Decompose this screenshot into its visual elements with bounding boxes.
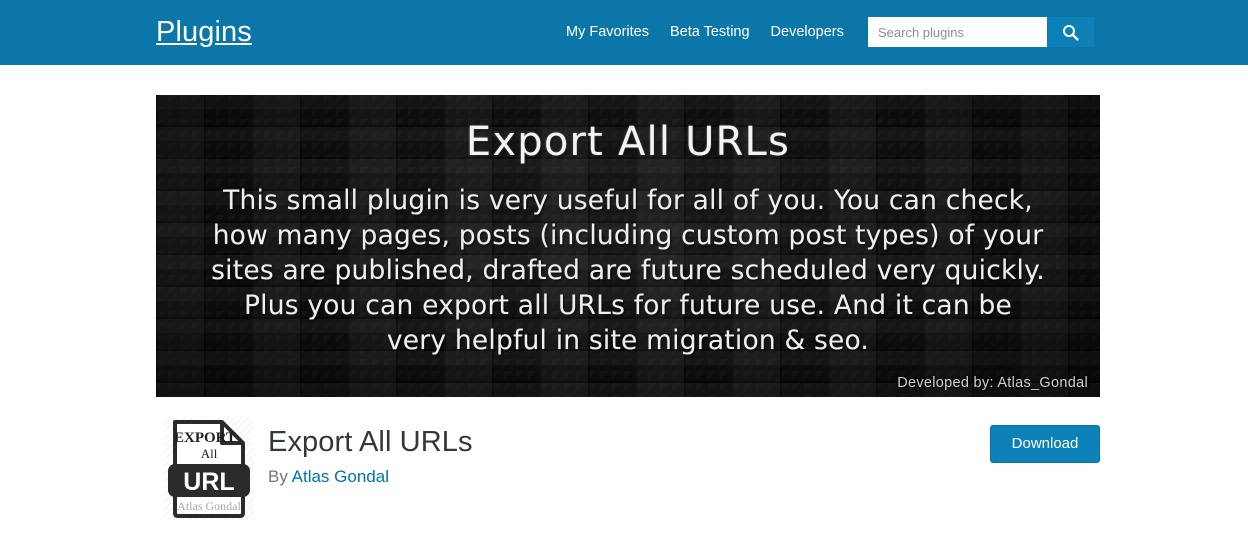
banner-line-4: Plus you can export all URLs for future … [243, 290, 1013, 321]
banner-line-1: This small plugin is very useful for all… [223, 185, 1033, 216]
banner-text-block: Export All URLs This small plugin is ver… [156, 95, 1100, 397]
search-form [868, 17, 1094, 47]
plugin-meta: Export All URLs By Atlas Gondal [268, 423, 473, 488]
download-button[interactable]: Download [990, 425, 1100, 463]
banner-heading: Export All URLs [465, 119, 791, 165]
plugin-author: By Atlas Gondal [268, 466, 473, 488]
plugin-icon-line1: EXPORT [174, 430, 236, 446]
search-submit-button[interactable] [1047, 17, 1094, 47]
nav-item-developers[interactable]: Developers [771, 24, 844, 41]
page-content: Export All URLs This small plugin is ver… [0, 65, 1248, 535]
nav-item-beta-testing[interactable]: Beta Testing [670, 24, 750, 41]
nav-item-my-favorites[interactable]: My Favorites [566, 24, 649, 41]
plugin-icon-badge: URL [183, 468, 234, 496]
banner-credit: Developed by: Atlas_Gondal [897, 375, 1088, 391]
plugin-summary-row: EXPORT All URL Atlas Gondal Export All U… [156, 417, 1100, 522]
site-header: Plugins My Favorites Beta Testing Develo… [0, 0, 1248, 65]
plugin-icon: EXPORT All URL Atlas Gondal [164, 417, 254, 520]
search-input[interactable] [868, 17, 1047, 47]
plugin-author-link[interactable]: Atlas Gondal [292, 467, 389, 486]
search-icon [1062, 24, 1079, 41]
plugin-title[interactable]: Export All URLs [268, 423, 473, 461]
site-title[interactable]: Plugins [156, 15, 252, 49]
plugin-icon-line2: All [201, 446, 218, 461]
plugin-banner: Export All URLs This small plugin is ver… [156, 95, 1100, 397]
banner-line-2: how many pages, posts (including custom … [212, 220, 1044, 251]
banner-line-5: very helpful in site migration & seo. [386, 325, 870, 356]
banner-description: This small plugin is very useful for all… [156, 183, 1100, 358]
primary-navigation: My Favorites Beta Testing Developers [566, 0, 844, 65]
plugin-author-prefix: By [268, 467, 288, 486]
banner-line-3: sites are published, drafted are future … [211, 255, 1045, 286]
plugin-icon-footer: Atlas Gondal [177, 499, 241, 513]
